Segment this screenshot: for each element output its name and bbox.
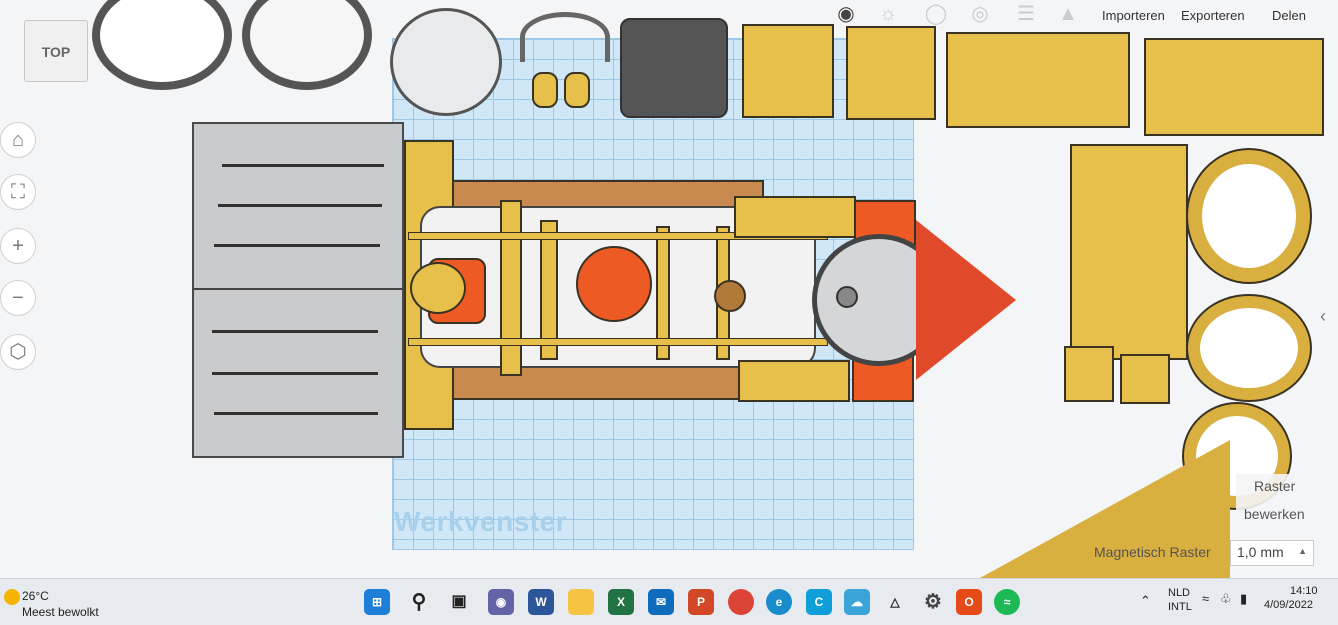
home-view-button[interactable]: ⌂ (0, 122, 36, 158)
clock-time[interactable]: 14:10 (1290, 585, 1318, 597)
cab-slat-6 (214, 412, 378, 415)
zoom-out-button[interactable]: − (0, 280, 36, 316)
snap-grid-select[interactable]: 1,0 mm ▲ (1230, 540, 1314, 566)
cab-slat-3 (214, 244, 380, 247)
shape-group-icon[interactable]: ◯ (924, 2, 948, 26)
perspective-button[interactable]: ⬡ (0, 334, 36, 370)
start-icon[interactable]: ⊞ (364, 589, 390, 615)
language-code[interactable]: NLD (1168, 587, 1190, 599)
boiler-band-1 (500, 200, 522, 376)
model-part-pin-1[interactable] (532, 72, 558, 108)
image-viewer-icon[interactable]: △ (882, 589, 908, 615)
fit-view-button[interactable]: ⛶ (0, 174, 36, 210)
model-part-lamp[interactable] (620, 18, 728, 118)
file-explorer-icon[interactable] (568, 589, 594, 615)
camera-icon[interactable]: ◉ (834, 2, 858, 26)
snap-grid-label: Magnetisch Raster (1094, 544, 1211, 560)
weather-description[interactable]: Meest bewolkt (22, 605, 99, 619)
chevron-left-icon: ‹ (1320, 306, 1326, 326)
cab-slat-2 (218, 204, 382, 207)
model-part-ring-1[interactable] (92, 0, 232, 90)
lightbulb-icon[interactable]: ☼ (876, 2, 900, 26)
hole-icon[interactable]: ◎ (968, 2, 992, 26)
share-button[interactable]: Delen (1272, 8, 1306, 23)
task-view-icon[interactable]: ▣ (446, 589, 472, 615)
weather-temperature[interactable]: 26°C (22, 589, 49, 603)
import-button[interactable]: Importeren (1102, 8, 1165, 23)
model-part-sand-dome[interactable] (714, 280, 746, 312)
spotify-icon[interactable]: ≈ (994, 589, 1020, 615)
tray-overflow-icon[interactable]: ⌃ (1140, 593, 1151, 609)
model-part-cab[interactable] (192, 122, 404, 458)
cab-slat-5 (212, 372, 378, 375)
mail-icon[interactable]: ✉ (648, 589, 674, 615)
model-part-block-1[interactable] (1064, 346, 1114, 402)
model-part-window-2[interactable] (846, 26, 936, 120)
teams-chat-icon[interactable]: ◉ (488, 589, 514, 615)
cab-divider (192, 288, 404, 290)
language-layout[interactable]: INTL (1168, 601, 1192, 613)
plus-icon: + (12, 235, 24, 257)
mirror-icon[interactable]: ▲ (1056, 2, 1080, 26)
snap-grid-value: 1,0 mm (1237, 544, 1284, 560)
model-part-steam-dome[interactable] (576, 246, 652, 322)
cab-slat-4 (212, 330, 378, 333)
model-part-arch[interactable] (1144, 38, 1324, 136)
photos-icon[interactable]: ☁ (844, 589, 870, 615)
fit-view-icon: ⛶ (11, 181, 25, 203)
model-part-wheel-1[interactable] (1188, 150, 1310, 282)
model-part-window-1[interactable] (742, 24, 834, 118)
model-part-disc[interactable] (390, 8, 502, 116)
model-part-block-2[interactable] (1120, 354, 1170, 404)
model-part-tender[interactable] (1070, 144, 1188, 360)
export-button[interactable]: Exporteren (1181, 8, 1245, 23)
cortana-icon[interactable]: C (806, 589, 832, 615)
panel-collapse-button[interactable]: ‹ (1308, 296, 1338, 336)
cab-slat-1 (222, 164, 384, 167)
word-icon[interactable]: W (528, 589, 554, 615)
align-icon[interactable]: ☰ (1014, 2, 1038, 26)
edge-icon[interactable]: e (766, 589, 792, 615)
model-part-side-box-top[interactable] (734, 196, 856, 238)
model-part-whistle[interactable] (410, 262, 466, 314)
clock-date[interactable]: 4/09/2022 (1264, 599, 1313, 611)
model-part-arc[interactable] (520, 12, 610, 62)
cube-icon: ⬡ (9, 341, 27, 363)
settings-gear-icon[interactable]: ⚙ (920, 589, 946, 615)
boiler-rail-bottom (408, 338, 828, 346)
model-part-ring-2[interactable] (242, 0, 372, 90)
weather-sun-icon[interactable] (4, 589, 20, 605)
model-part-wheel-2[interactable] (1188, 296, 1310, 400)
search-icon[interactable]: ⚲ (406, 589, 432, 615)
zoom-in-button[interactable]: + (0, 228, 36, 264)
volume-muted-icon[interactable]: ♧ (1220, 591, 1232, 607)
wifi-icon[interactable]: ≈ (1202, 591, 1209, 606)
battery-icon[interactable]: ▮ (1240, 591, 1247, 607)
model-part-side-box-bottom[interactable] (738, 360, 850, 402)
minus-icon: − (12, 287, 24, 309)
grid-edit-button[interactable]: bewerken (1244, 506, 1305, 522)
model-part-pin-2[interactable] (564, 72, 590, 108)
model-part-panel[interactable] (946, 32, 1130, 128)
home-icon: ⌂ (11, 129, 25, 151)
view-cube[interactable]: TOP (24, 20, 88, 82)
powerpoint-icon[interactable]: P (688, 589, 714, 615)
windows-taskbar: 26°C Meest bewolkt ⊞ ⚲ ▣ ◉ W X ✉ P e C ☁… (0, 578, 1338, 625)
excel-icon[interactable]: X (608, 589, 634, 615)
top-toolbar: ◉ ☼ ◯ ◎ ☰ ▲ Importeren Exporteren Delen (820, 0, 1338, 36)
smokestack-core (836, 286, 858, 308)
workplane-label: Werkvenster (394, 506, 568, 537)
chrome-icon[interactable] (728, 589, 754, 615)
office-icon[interactable]: O (956, 589, 982, 615)
caret-down-icon: ▲ (1298, 546, 1307, 556)
grid-title[interactable]: Raster (1254, 478, 1295, 494)
model-part-cowcatcher[interactable] (916, 220, 1016, 380)
